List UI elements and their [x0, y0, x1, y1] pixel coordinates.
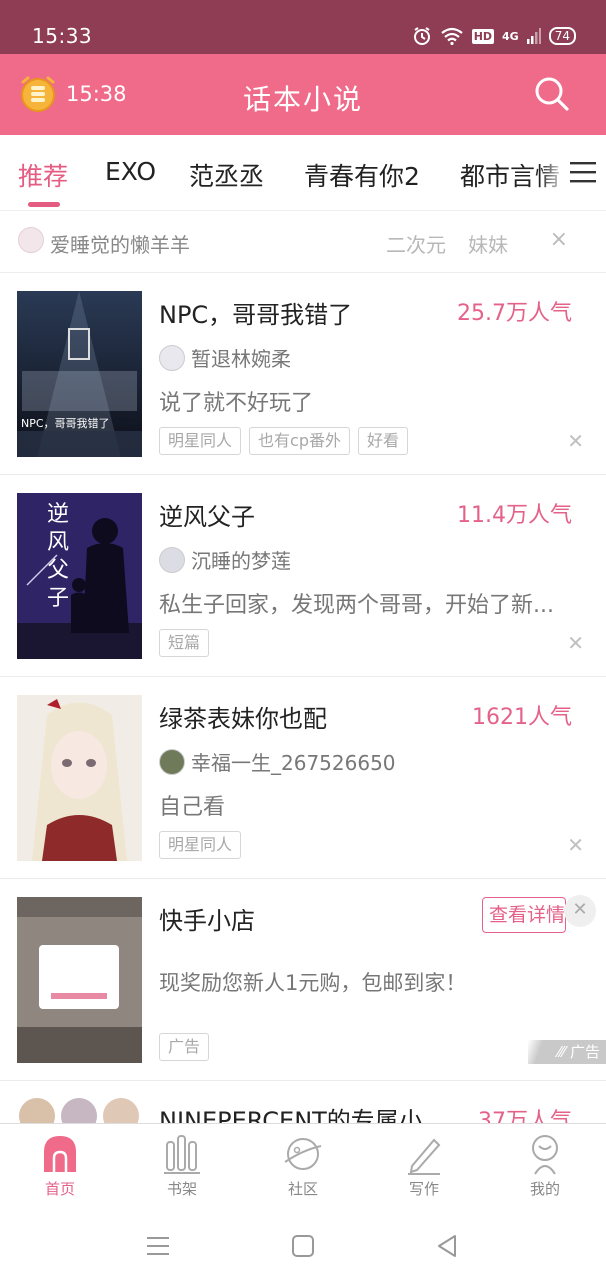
book-card[interactable]: NPC，哥哥我错了 NPC，哥哥我错了 25.7万人气 暂退林婉柔 说了就不好玩…	[0, 273, 606, 475]
tab-youth-with-you-2[interactable]: 青春有你2	[304, 157, 420, 193]
tag[interactable]: 也有cp番外	[249, 427, 350, 455]
book-description: 私生子回家，发现两个哥哥，开始了新...	[159, 593, 554, 618]
home-arch-icon	[44, 1136, 76, 1172]
app-title: 话本小说	[242, 83, 363, 116]
book-card[interactable]: 绿茶表妹你也配 1621人气 幸福一生_267526650 自己看 明星同人 ✕	[0, 677, 606, 879]
interest-filter-bar: 爱睡觉的懒羊羊 二次元 妹妹 ×	[0, 211, 606, 273]
close-icon[interactable]: ×	[550, 227, 568, 252]
status-time: 15:33	[32, 24, 93, 48]
book-title[interactable]: 逆风父子	[159, 497, 255, 532]
nav-label: 书架	[166, 1180, 197, 1198]
ad-close-icon[interactable]: ✕	[564, 895, 596, 927]
bottom-navigation: 首页 书架 社区 写作 我的	[0, 1123, 606, 1215]
tag[interactable]: 明星同人	[159, 427, 242, 455]
category-tabs: 推荐 EXO 范丞丞 青春有你2 都市言情	[0, 135, 606, 211]
book-title[interactable]: NPC，哥哥我错了	[159, 295, 352, 330]
menu-icon[interactable]	[570, 161, 596, 183]
tab-recommend[interactable]: 推荐	[18, 157, 68, 193]
dismiss-icon[interactable]: ✕	[567, 631, 584, 655]
popularity-count: 25.7万人气	[457, 301, 572, 326]
author-name: 暂退林婉柔	[191, 347, 291, 371]
book-card[interactable]: 逆风父子 逆风父子 11.4万人气 沉睡的梦莲 私生子回家，发现两个哥哥，开始了…	[0, 475, 606, 677]
home-icon[interactable]	[290, 1233, 316, 1259]
nav-community[interactable]: 社区	[263, 1132, 343, 1199]
popularity-count: 1621人气	[472, 705, 572, 730]
tag[interactable]: 好看	[357, 427, 408, 455]
book-title[interactable]: 绿茶表妹你也配	[159, 699, 327, 734]
back-icon[interactable]	[434, 1233, 460, 1259]
ad-screenshot-image	[17, 897, 142, 1063]
ad-card[interactable]: 快手小店 查看详情 ✕ 现奖励您新人1元购，包邮到家！ 广告 ⁄⁄⁄ 广告	[0, 879, 606, 1081]
signal-icon	[526, 28, 541, 44]
app-header: 15:38 话本小说	[0, 54, 606, 135]
tabs-fade	[540, 145, 566, 201]
system-navigation	[0, 1215, 606, 1280]
profile-icon	[532, 1135, 558, 1175]
author[interactable]: 幸福一生_267526650	[159, 747, 396, 776]
nav-write[interactable]: 写作	[384, 1132, 464, 1199]
tab-exo[interactable]: EXO	[105, 157, 156, 186]
ad-title[interactable]: 快手小店	[159, 901, 255, 936]
dismiss-icon[interactable]: ✕	[567, 833, 584, 857]
book-cover: 逆风父子	[17, 493, 142, 659]
active-tab-indicator	[28, 202, 60, 207]
view-details-button[interactable]: 查看详情	[482, 897, 566, 933]
ad-mark-icon: ⁄⁄⁄	[557, 1043, 570, 1061]
search-icon[interactable]	[534, 76, 570, 112]
book-cover	[17, 695, 142, 861]
nav-label: 写作	[408, 1180, 439, 1198]
ad-mark: ⁄⁄⁄ 广告	[528, 1040, 606, 1064]
author-avatar	[159, 344, 185, 371]
filter-username[interactable]: 爱睡觉的懒羊羊	[50, 229, 190, 258]
tag-list: 广告	[159, 1033, 210, 1061]
dismiss-icon[interactable]: ✕	[567, 429, 584, 453]
tab-fan-chengcheng[interactable]: 范丞丞	[189, 157, 264, 193]
tag-list: 短篇	[159, 629, 210, 657]
planet-icon	[284, 1138, 322, 1170]
ad-image	[17, 897, 142, 1063]
author-avatar	[159, 748, 185, 775]
hd-icon: HD	[471, 28, 495, 44]
nav-label: 首页	[44, 1180, 75, 1198]
nav-label: 我的	[529, 1180, 560, 1198]
silhouette-image	[17, 493, 142, 659]
filter-tag-sister[interactable]: 妹妹	[468, 229, 508, 258]
popularity-count: 11.4万人气	[457, 503, 572, 528]
user-avatar	[18, 227, 44, 253]
tag-list: 明星同人	[159, 831, 242, 859]
nav-bookshelf[interactable]: 书架	[142, 1132, 222, 1199]
pencil-icon	[408, 1138, 441, 1175]
bookshelf-icon	[164, 1135, 200, 1174]
author-avatar	[159, 546, 185, 573]
nav-home[interactable]: 首页	[20, 1132, 100, 1199]
author[interactable]: 沉睡的梦莲	[159, 545, 291, 574]
nav-profile[interactable]: 我的	[505, 1132, 585, 1199]
cover-caption: 逆风父子	[47, 502, 70, 611]
anime-girl-image	[17, 695, 142, 861]
author[interactable]: 暂退林婉柔	[159, 343, 291, 372]
author-name: 沉睡的梦莲	[191, 549, 291, 573]
status-icons: HD 4G 74	[412, 26, 576, 46]
recent-apps-icon[interactable]	[145, 1233, 171, 1259]
author-name: 幸福一生_267526650	[191, 751, 396, 775]
status-bar: 15:33 HD 4G 74	[0, 0, 606, 54]
stage-image	[17, 291, 142, 457]
wifi-icon	[441, 27, 463, 45]
tag-list: 明星同人 也有cp番外 好看	[159, 427, 408, 455]
cover-caption: NPC，哥哥我错了	[21, 417, 110, 430]
ad-mark-label: 广告	[569, 1043, 600, 1061]
tag[interactable]: 短篇	[159, 629, 210, 657]
tag[interactable]: 明星同人	[159, 831, 242, 859]
book-description: 自己看	[159, 795, 226, 820]
battery-indicator: 74	[548, 27, 576, 45]
book-description: 说了就不好玩了	[159, 391, 314, 416]
alarm-icon	[413, 27, 430, 45]
ad-description: 现奖励您新人1元购，包邮到家！	[159, 971, 467, 995]
network-type: 4G	[502, 29, 519, 43]
ad-tag: 广告	[159, 1033, 210, 1061]
book-cover: NPC，哥哥我错了	[17, 291, 142, 457]
filter-tag-anime[interactable]: 二次元	[386, 229, 446, 258]
nav-label: 社区	[287, 1180, 318, 1198]
book-feed: NPC，哥哥我错了 NPC，哥哥我错了 25.7万人气 暂退林婉柔 说了就不好玩…	[0, 273, 606, 1131]
